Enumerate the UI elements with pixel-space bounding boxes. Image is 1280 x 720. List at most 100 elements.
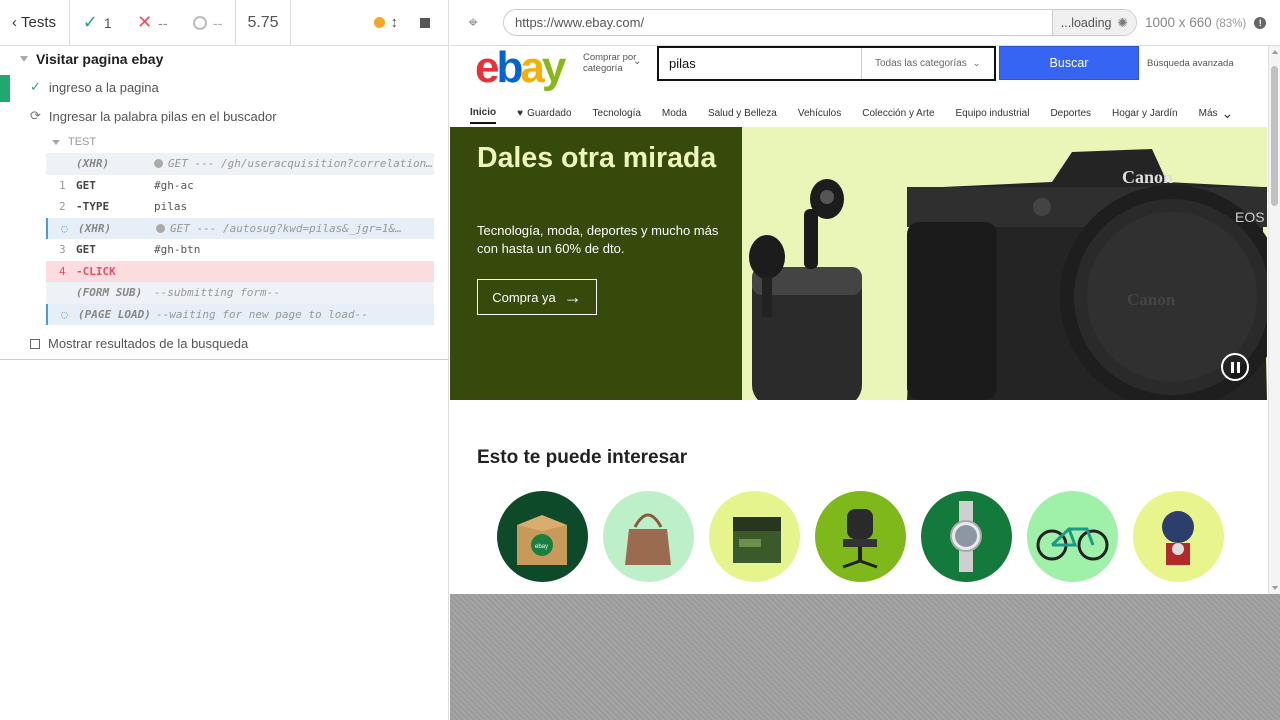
jar-image <box>733 517 781 563</box>
runnables: Visitar pagina ebay ✓ ingreso a la pagin… <box>0 46 449 360</box>
ebay-logo[interactable]: ebay <box>475 46 566 93</box>
pause-carousel-button[interactable] <box>1221 353 1249 381</box>
selector-playground-button[interactable]: ⌖ <box>450 13 496 33</box>
passed-count: ✓ 1 <box>82 12 112 32</box>
checkbox-icon <box>30 338 40 349</box>
refresh-icon: ⟳ <box>30 108 41 123</box>
collapse-triangle-icon <box>20 56 28 62</box>
circle-icon <box>192 15 207 30</box>
spinner-icon: ◌ <box>61 307 68 321</box>
command-page-load[interactable]: ◌ (PAGE LOAD) --waiting for new page to … <box>46 303 434 325</box>
chair-image <box>842 509 878 569</box>
shop-by-category-button[interactable]: Comprar por categoría ⌄ <box>583 52 643 74</box>
nav-item-mas[interactable]: Más ⌄ <box>1199 102 1234 124</box>
test-group-label[interactable]: TEST <box>46 131 434 153</box>
item-office-chair[interactable] <box>815 491 906 582</box>
test-item-pending[interactable]: Mostrar resultados de la busqueda <box>30 336 248 351</box>
aut-background <box>450 594 1280 720</box>
check-icon: ✓ <box>30 79 41 94</box>
url-bar: https://www.ebay.com/ ...loading ✺ <box>503 9 1137 36</box>
test-item-passed[interactable]: ✓ ingreso a la pagina <box>30 79 159 95</box>
auto-scroll-toggle[interactable]: ↕ <box>373 14 398 31</box>
viewport-size: 1000 x 660 (83%) <box>1145 15 1247 30</box>
hero-image: Canon Canon EOS <box>742 127 1267 400</box>
nav-item-vehiculos[interactable]: Vehículos <box>798 102 841 124</box>
url-text: https://www.ebay.com/ <box>515 15 645 30</box>
scroll-up-icon <box>1272 50 1278 54</box>
search-box: pilas Todas las categorías ⌄ <box>657 46 996 81</box>
command-click-failing[interactable]: 4 -CLICK <box>46 260 434 282</box>
nav-item-equipo[interactable]: Equipo industrial <box>956 102 1030 124</box>
nav-item-coleccion[interactable]: Colección y Arte <box>862 102 934 124</box>
spinner-icon: ◌ <box>61 221 68 235</box>
status-dot-icon <box>154 159 163 169</box>
collapse-triangle-icon <box>52 139 60 145</box>
info-icon[interactable]: ! <box>1254 16 1267 29</box>
nav-item-guardado[interactable]: ♥ Guardado <box>517 102 571 124</box>
item-watch[interactable] <box>921 491 1012 582</box>
check-icon: ✓ <box>82 12 98 32</box>
aut-header: ⌖ https://www.ebay.com/ ...loading ✺ 100… <box>450 0 1280 46</box>
item-handbag[interactable] <box>603 491 694 582</box>
hero-subtitle: Tecnología, moda, deportes y mucho más c… <box>477 223 719 256</box>
search-button[interactable]: Buscar <box>999 46 1139 80</box>
chevron-down-icon: ⌄ <box>1221 104 1234 121</box>
tests-label: Tests <box>21 14 57 31</box>
nav-item-hogar[interactable]: Hogar y Jardín <box>1112 102 1178 124</box>
loading-indicator: ...loading ✺ <box>1051 10 1136 35</box>
hero-title: Dales otra mirada <box>477 142 717 174</box>
item-funko-figure[interactable] <box>1133 491 1224 582</box>
scroll-down-icon <box>1272 586 1278 590</box>
stats: ✓ 1 ✕ -- -- <box>70 0 236 45</box>
nav-item-deportes[interactable]: Deportes <box>1050 102 1091 124</box>
pause-icon <box>1230 361 1234 373</box>
cypress-reporter: ‹ Tests ✓ 1 ✕ -- -- 5.75 ↕ Visitar pagina … <box>0 0 449 720</box>
command-form-sub[interactable]: (FORM SUB) --submitting form-- <box>46 282 434 304</box>
chevron-down-icon: ⌄ <box>633 56 642 67</box>
page-scrollbar[interactable] <box>1268 46 1280 594</box>
test-item-running[interactable]: ⟳ Ingresar la palabra pilas en el buscad… <box>30 108 277 124</box>
stop-button[interactable] <box>420 17 430 28</box>
handbag-image <box>625 513 671 565</box>
command-get[interactable]: 1 GET #gh-ac <box>46 174 434 196</box>
nav-item-salud[interactable]: Salud y Belleza <box>708 102 777 124</box>
item-cosmetic-jar[interactable] <box>709 491 800 582</box>
back-to-tests-button[interactable]: ‹ Tests <box>0 0 70 45</box>
search-input[interactable]: pilas <box>659 48 861 79</box>
camera-model-text: EOS <box>1235 209 1265 225</box>
nav-item-inicio[interactable]: Inicio <box>470 102 497 124</box>
spinner-icon: ✺ <box>1117 16 1128 30</box>
command-xhr-pending[interactable]: ◌ (XHR) GET --- /autosug?kwd=pilas&_jgr=… <box>46 217 434 239</box>
status-dot-icon <box>156 223 165 233</box>
camera-brand-text: Canon <box>1122 167 1173 187</box>
reporter-header: ‹ Tests ✓ 1 ✕ -- -- 5.75 ↕ <box>0 0 448 46</box>
item-box[interactable]: ebay <box>497 491 588 582</box>
suite-title[interactable]: Visitar pagina ebay <box>20 51 163 67</box>
advanced-search-link[interactable]: Búsqueda avanzada <box>1147 58 1234 69</box>
arrow-right-icon: → <box>563 286 582 307</box>
command-get[interactable]: 3 GET #gh-btn <box>46 239 434 261</box>
category-select[interactable]: Todas las categorías ⌄ <box>861 48 994 79</box>
aut-iframe: ebay Comprar por categoría ⌄ pilas Todas… <box>450 46 1280 594</box>
hero-text-panel: Dales otra mirada Tecnología, moda, depo… <box>450 127 742 400</box>
scrollbar-thumb[interactable] <box>1271 66 1278 206</box>
x-icon: ✕ <box>137 12 153 32</box>
reporter-controls: ↕ <box>291 0 448 45</box>
item-bicycle[interactable] <box>1027 491 1118 582</box>
category-nav: Inicio ♥ Guardado Tecnología Moda Salud y… <box>470 102 1260 126</box>
figure-image <box>1162 511 1194 565</box>
pending-count: -- <box>192 15 222 31</box>
nav-item-moda[interactable]: Moda <box>662 102 687 124</box>
command-log: TEST (XHR) GET --- /gh/useracquisition?c… <box>46 131 434 325</box>
box-image: ebay <box>517 515 567 565</box>
box-badge-text: ebay <box>535 544 548 550</box>
command-type[interactable]: 2 -TYPE pilas <box>46 196 434 218</box>
duration: 5.75 <box>236 0 291 45</box>
camera-earbuds-image: Canon Canon EOS <box>749 149 1267 400</box>
chevron-down-icon: ⌄ <box>972 58 981 68</box>
nav-item-tecnologia[interactable]: Tecnología <box>593 102 641 124</box>
chevron-left-icon: ‹ <box>12 14 17 31</box>
hero-cta-button[interactable]: Compra ya → <box>477 279 597 315</box>
section-title: Esto te puede interesar <box>477 447 688 468</box>
command-xhr[interactable]: (XHR) GET --- /gh/useracquisition?correl… <box>46 153 434 175</box>
